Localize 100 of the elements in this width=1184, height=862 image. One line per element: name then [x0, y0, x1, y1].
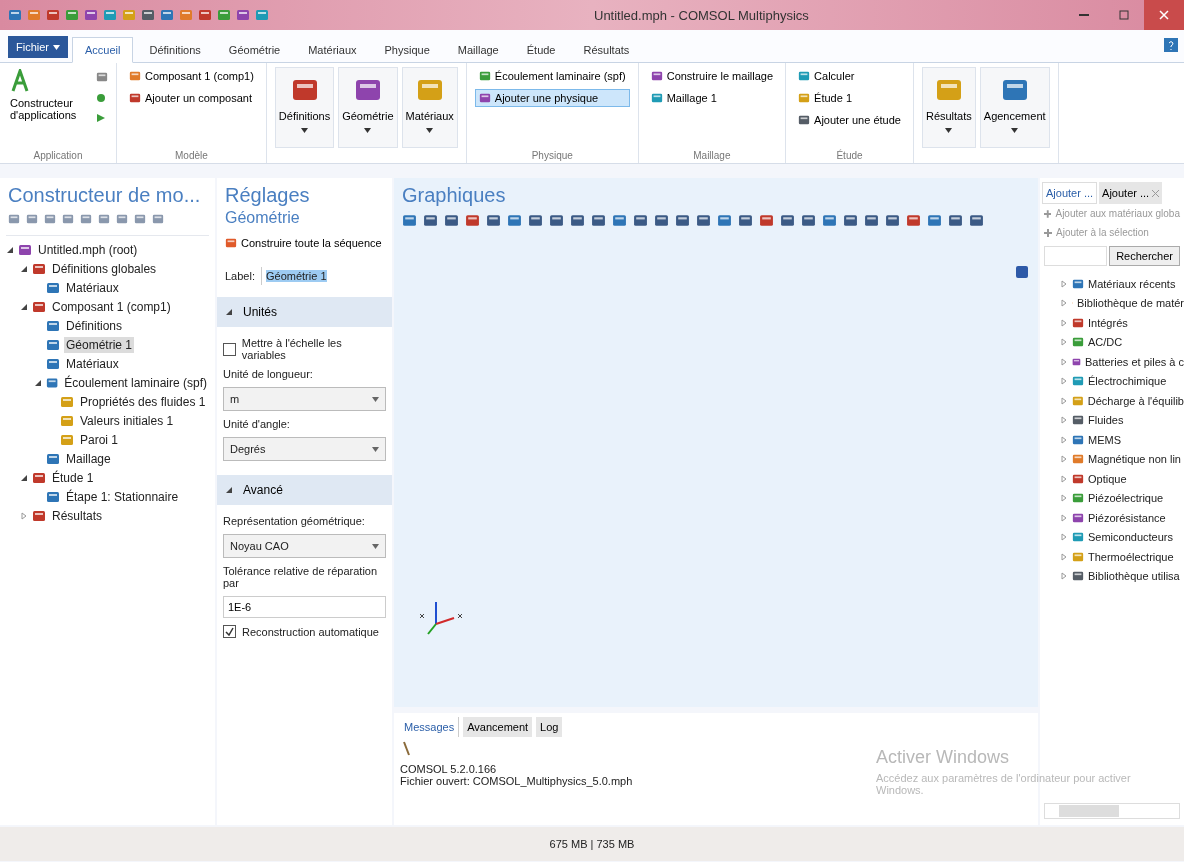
material-category[interactable]: Électrochimique [1088, 375, 1167, 388]
ribbon-tab[interactable]: Physique [372, 38, 442, 62]
tree-item[interactable]: Écoulement laminaire (spf) [62, 374, 209, 391]
tree-item[interactable]: Composant 1 (comp1) [50, 298, 173, 315]
ribbon-large-button[interactable]: Définitions [274, 67, 335, 148]
graphics-toolbar-icon [906, 213, 921, 228]
tree-item[interactable]: Matériaux [64, 355, 121, 372]
app-builder-button[interactable]: Constructeur d'applications [8, 67, 92, 150]
expand-arrow-icon[interactable] [34, 378, 42, 387]
window-title: Untitled.mph - COMSOL Multiphysics [593, 7, 810, 23]
tree-item[interactable]: Définitions [64, 317, 125, 334]
tree-node-icon [46, 337, 60, 352]
tree-item[interactable]: Résultats [50, 507, 105, 524]
ribbon-button[interactable]: Ajouter une étude [794, 111, 905, 129]
material-category[interactable]: Décharge à l'équilib [1087, 394, 1184, 407]
material-category[interactable]: Matériaux récents [1088, 277, 1176, 290]
tree-item[interactable]: Propriétés des fluides 1 [78, 393, 208, 410]
ribbon-button[interactable]: Composant 1 (comp1) [125, 67, 258, 85]
expand-arrow-icon[interactable] [20, 302, 28, 311]
ribbon-tab[interactable]: Géométrie [216, 38, 293, 62]
tree-item[interactable]: Untitled.mph (root) [36, 241, 140, 258]
ribbon-tab[interactable]: Matériaux [296, 38, 369, 62]
ribbon-button[interactable]: Construire le maillage [646, 67, 778, 85]
graphics-toolbar-icon [444, 213, 459, 228]
ribbon-tab[interactable]: Accueil [72, 37, 134, 63]
tree-item[interactable]: Géométrie 1 [64, 336, 135, 353]
ribbon-large-button[interactable]: Résultats [921, 67, 976, 148]
material-category[interactable]: Semiconducteurs [1088, 531, 1173, 544]
expand-arrow-icon[interactable] [225, 308, 233, 316]
ribbon-tab[interactable]: Maillage [445, 38, 511, 62]
help-icon[interactable] [1164, 38, 1178, 52]
ribbon-tab[interactable]: Résultats [571, 38, 642, 62]
material-category[interactable]: Bibliothèque utilisa [1088, 570, 1180, 583]
ribbon-large-button[interactable]: Matériaux [401, 67, 458, 148]
material-category[interactable]: Batteries et piles à c [1084, 355, 1184, 368]
ribbon-tab[interactable]: Fichier [8, 36, 68, 58]
material-category[interactable]: MEMS [1088, 433, 1121, 446]
close-button[interactable] [1144, 0, 1184, 30]
tree-item[interactable]: Matériaux [64, 279, 121, 296]
material-category[interactable]: Magnétique non lin [1088, 453, 1181, 466]
material-category[interactable]: Bibliothèque de matér [1077, 297, 1184, 310]
material-category[interactable]: Optique [1088, 472, 1127, 485]
ribbon-button[interactable]: Calculer [794, 67, 905, 85]
graphics-toolbar-icon [717, 213, 732, 228]
material-icon [1072, 550, 1084, 563]
ribbon-button[interactable]: Ajouter un composant [125, 89, 258, 107]
ribbon-button[interactable]: Ajouter une physique [474, 89, 630, 107]
checkbox[interactable] [223, 625, 236, 638]
material-category[interactable]: Thermoélectrique [1088, 550, 1174, 563]
expand-arrow-icon[interactable] [20, 264, 28, 273]
tree-item[interactable]: Étude 1 [50, 469, 96, 486]
build-all-button[interactable]: Construire toute la séquence [217, 233, 392, 253]
letter-a-icon [10, 69, 30, 93]
dropdown[interactable]: m [223, 387, 386, 411]
ribbon-tab[interactable]: Définitions [137, 38, 213, 62]
ribbon-tab[interactable]: Étude [514, 38, 568, 62]
material-icon [1072, 277, 1084, 290]
graphics-toolbar-icon [633, 213, 648, 228]
ribbon-button[interactable]: Écoulement laminaire (spf) [474, 67, 630, 85]
material-category[interactable]: Fluides [1088, 414, 1124, 427]
field-label: Unité d'angle: [223, 418, 291, 430]
dropdown[interactable]: Degrés [223, 437, 386, 461]
search-button[interactable]: Rechercher [1109, 246, 1180, 266]
expand-arrow-icon[interactable] [20, 473, 28, 482]
close-icon[interactable] [1152, 189, 1160, 197]
search-field[interactable] [1044, 246, 1108, 266]
panel-tab[interactable]: Ajouter ... [1099, 182, 1163, 204]
message-tab[interactable]: Log [536, 717, 563, 737]
expand-arrow-icon[interactable] [225, 486, 233, 494]
tree-item[interactable]: Paroi 1 [78, 431, 121, 448]
panel-tab[interactable]: Ajouter ... [1042, 182, 1098, 204]
material-category[interactable]: Piézoélectrique [1088, 492, 1164, 505]
dropdown[interactable]: Noyau CAO [223, 534, 386, 558]
tree-item[interactable]: Valeurs initiales 1 [78, 412, 176, 429]
ribbon-large-button[interactable]: Géométrie [338, 67, 398, 148]
section-header[interactable]: Avancé [217, 475, 392, 505]
view-icon[interactable] [1016, 266, 1028, 278]
expand-arrow-icon[interactable] [6, 245, 14, 254]
material-icon [1072, 531, 1084, 544]
dot-icon[interactable] [96, 93, 106, 103]
tree-item[interactable]: Étape 1: Stationnaire [64, 488, 181, 505]
tree-node-icon [46, 356, 60, 371]
material-category[interactable]: Piézorésistance [1088, 511, 1166, 524]
material-category[interactable]: AC/DC [1088, 336, 1123, 349]
material-category[interactable]: Intégrés [1088, 316, 1128, 329]
message-tab[interactable]: Avancement [463, 717, 533, 737]
tree-item[interactable]: Définitions globales [50, 260, 159, 277]
ribbon-button[interactable]: Étude 1 [794, 89, 905, 107]
section-header[interactable]: Unités [217, 297, 392, 327]
checkbox[interactable] [223, 342, 236, 356]
ribbon-button[interactable]: Maillage 1 [646, 89, 778, 107]
graphics-toolbar-icon [927, 213, 942, 228]
horizontal-scrollbar[interactable] [1044, 803, 1180, 819]
material-icon [1072, 511, 1084, 524]
label-field[interactable]: Géométrie 1 [261, 267, 384, 285]
tree-toolbar-icon [44, 213, 56, 225]
play-icon[interactable] [96, 113, 106, 123]
tree-item[interactable]: Maillage [64, 450, 113, 467]
input-field[interactable]: 1E-6 [223, 596, 386, 618]
ribbon-large-button[interactable]: Agencement [979, 67, 1050, 148]
